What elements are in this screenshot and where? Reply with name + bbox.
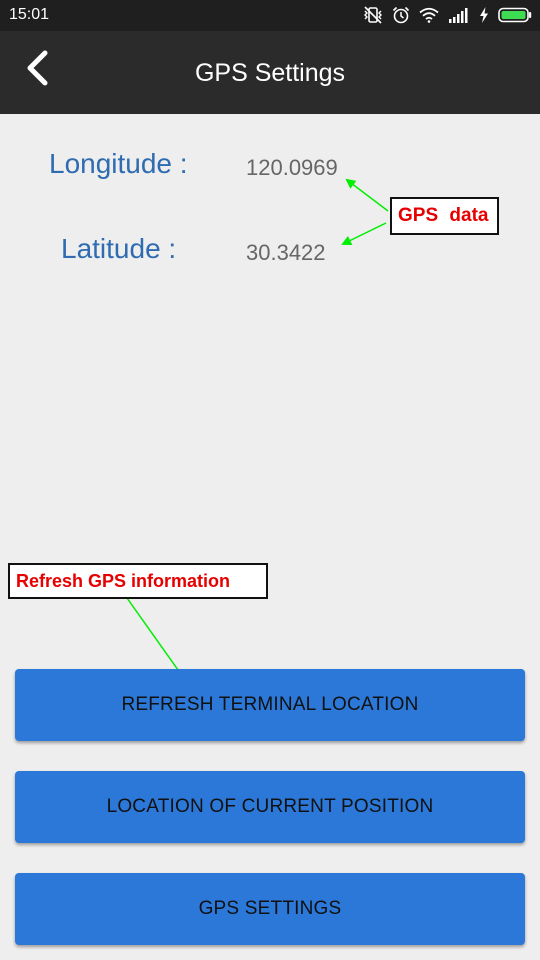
- annotation-refresh-gps-information: Refresh GPS information: [8, 563, 268, 599]
- app-bar: GPS Settings: [0, 31, 540, 114]
- charging-bolt-icon: [480, 7, 488, 23]
- latitude-value: 30.3422: [246, 240, 326, 265]
- status-icons: [363, 5, 532, 25]
- page-title: GPS Settings: [194, 59, 346, 87]
- battery-icon: [498, 7, 532, 23]
- signal-icon: [449, 8, 468, 23]
- vibrate-off-icon: [364, 6, 382, 24]
- gps-settings-button[interactable]: GPS SETTINGS: [15, 873, 525, 945]
- annotation-gps-data: GPS data: [390, 197, 499, 235]
- longitude-value: 120.0969: [246, 155, 338, 180]
- latitude-label: Latitude :: [61, 233, 177, 264]
- arrow-to-latitude: [341, 222, 387, 245]
- status-time: 15:01: [9, 6, 50, 23]
- location-of-current-position-button[interactable]: LOCATION OF CURRENT POSITION: [15, 771, 525, 843]
- wifi-icon: [419, 7, 439, 23]
- arrow-to-longitude: [345, 178, 389, 212]
- gps-settings-screen: 15:01 GPS Settings Longitude: 120.0969 …: [0, 0, 540, 960]
- longitude-label: Longitude :: [49, 148, 188, 179]
- alarm-icon: [392, 6, 410, 24]
- refresh-terminal-location-button[interactable]: REFRESH TERMINAL LOCATION: [15, 669, 525, 741]
- status-bar: 15:01: [0, 0, 540, 31]
